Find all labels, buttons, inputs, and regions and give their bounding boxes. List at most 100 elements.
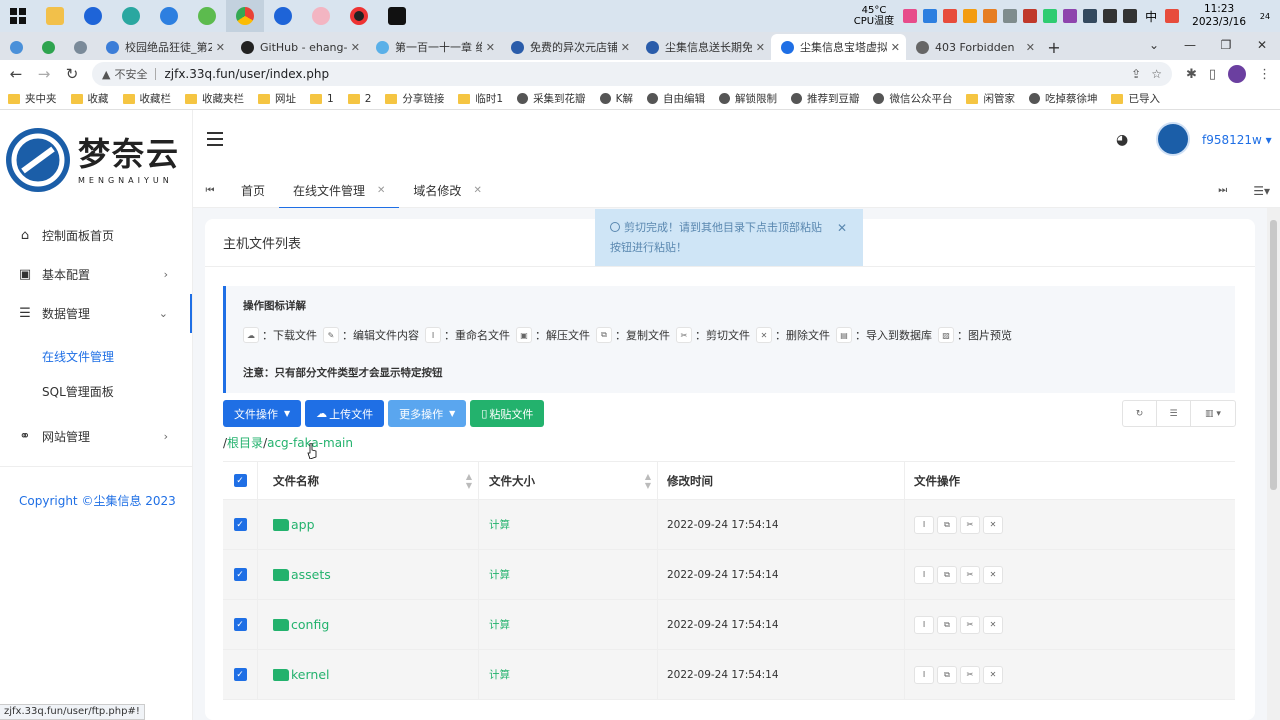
search-app-icon[interactable] [264, 0, 302, 32]
bookmark-item[interactable]: 收藏夹栏 [185, 91, 244, 106]
scrollbar-thumb[interactable] [1270, 220, 1277, 490]
bookmark-item[interactable]: 已导入 [1111, 91, 1160, 106]
table-row[interactable]: ✓ config 计算 2022-09-24 17:54:14 I ⧉ ✂ ✕ [223, 600, 1235, 650]
browser-tab[interactable]: 403 Forbidden ✕ [906, 34, 1041, 60]
capcut-icon[interactable] [378, 0, 416, 32]
bookmark-item[interactable]: 网址 [258, 91, 296, 106]
bookmark-item[interactable]: 推荐到豆瓣 [790, 91, 859, 106]
reload-icon[interactable]: ↻ [60, 62, 84, 86]
toggle-view-icon[interactable]: ☰ [1157, 401, 1191, 426]
browser-tab[interactable]: 免费的异次元店铺 ✕ [501, 34, 636, 60]
bookmark-item[interactable]: 1 [310, 93, 334, 105]
logo[interactable]: 梦奈云 MENGNAIYUN [0, 110, 192, 210]
delete-icon[interactable]: ✕ [983, 515, 1003, 534]
file-explorer-icon[interactable] [36, 0, 74, 32]
bookmark-item[interactable]: 夹中夹 [8, 91, 57, 106]
table-row[interactable]: ✓ kernel 计算 2022-09-24 17:54:14 I ⧉ ✂ ✕ [223, 650, 1235, 700]
system-clock[interactable]: 11:23 2023/3/16 [1192, 3, 1246, 29]
tray-app-icon[interactable] [1083, 9, 1098, 23]
file-name-link[interactable]: app [291, 517, 315, 532]
sidebar-item-site[interactable]: ⚭ 网站管理 › [0, 417, 192, 456]
copy-icon[interactable]: ⧉ [937, 615, 957, 634]
copy-icon[interactable]: ⧉ [937, 565, 957, 584]
edge-icon[interactable] [112, 0, 150, 32]
close-tab-icon[interactable]: ✕ [1026, 41, 1035, 54]
calculate-size-link[interactable]: 计算 [489, 517, 510, 532]
column-header[interactable]: 文件名称 ▲ ▼ [257, 462, 478, 499]
bookmark-star-icon[interactable]: ☆ [1151, 67, 1162, 81]
file-name-link[interactable]: kernel [291, 667, 330, 682]
close-tab-icon[interactable]: ✕ [621, 41, 630, 54]
tray-app-icon[interactable] [1003, 9, 1018, 23]
row-checkbox[interactable]: ✓ [233, 568, 247, 581]
cut-icon[interactable]: ✂ [960, 565, 980, 584]
browser-tab[interactable]: GitHub - ehang-io✕ [231, 34, 366, 60]
tab-file-manager[interactable]: 在线文件管理 ✕ [279, 174, 400, 209]
bookmark-item[interactable]: 闲管家 [966, 91, 1015, 106]
row-checkbox[interactable]: ✓ [233, 618, 247, 631]
theme-palette-icon[interactable]: ◕ [1116, 132, 1128, 148]
browser-menu-icon[interactable]: ⋮ [1258, 67, 1271, 82]
sidepanel-icon[interactable]: ▯ [1209, 67, 1216, 82]
tray-app-icon[interactable] [903, 9, 918, 23]
avatar[interactable] [1156, 122, 1190, 156]
close-tab-icon[interactable]: ✕ [756, 41, 765, 54]
wifi-icon[interactable] [1103, 9, 1118, 23]
kugou-icon[interactable] [150, 0, 188, 32]
table-row[interactable]: ✓ assets 计算 2022-09-24 17:54:14 I ⧉ ✂ ✕ [223, 550, 1235, 600]
tray-app-icon[interactable] [1023, 9, 1038, 23]
restore-icon[interactable]: ❐ [1208, 32, 1244, 58]
rename-icon[interactable]: I [914, 665, 934, 684]
file-name-link[interactable]: config [291, 617, 329, 632]
url-input[interactable]: ▲ 不安全 zjfx.33q.fun/user/index.php ⇪ ☆ [92, 62, 1172, 86]
table-row[interactable]: ✓ app 计算 2022-09-24 17:54:14 I ⧉ ✂ ✕ [223, 500, 1235, 550]
share-icon[interactable]: ⇪ [1131, 67, 1141, 81]
forward-icon[interactable]: → [32, 62, 56, 86]
tray-app-icon[interactable] [963, 9, 978, 23]
tray-app-icon[interactable] [1165, 9, 1180, 23]
bookmark-item[interactable]: 吃掉蔡徐坤 [1028, 91, 1097, 106]
insecure-label[interactable]: 不安全 [114, 66, 147, 82]
close-icon[interactable]: ✕ [473, 185, 481, 196]
bookmark-item[interactable]: 自由编辑 [646, 91, 705, 106]
pig-app-icon[interactable] [302, 0, 340, 32]
more-ops-button[interactable]: 更多操作 ▼ [388, 400, 467, 427]
tray-app-icon[interactable] [983, 9, 998, 23]
browser-tab[interactable] [0, 34, 32, 60]
scroll-tabs-left-icon[interactable]: ⏮ [193, 185, 227, 196]
new-tab-button[interactable]: + [1041, 34, 1067, 60]
bookmark-item[interactable]: 微信公众平台 [873, 91, 952, 106]
paste-button[interactable]: ▯ 粘贴文件 [470, 400, 545, 427]
sidebar-subitem-sql[interactable]: SQL管理面板 [0, 374, 192, 409]
url-text[interactable]: zjfx.33q.fun/user/index.php [164, 67, 329, 81]
column-header[interactable]: 文件大小 ▲ ▼ [478, 462, 657, 499]
scrollbar[interactable] [1267, 208, 1280, 720]
tray-app-icon[interactable] [1063, 9, 1078, 23]
cut-icon[interactable]: ✂ [960, 515, 980, 534]
rename-icon[interactable]: I [914, 515, 934, 534]
delete-icon[interactable]: ✕ [983, 615, 1003, 634]
browser-tab[interactable]: 第一百一十一章 绝 ✕ [366, 34, 501, 60]
row-checkbox[interactable]: ✓ [233, 518, 247, 531]
columns-icon[interactable]: ▥ ▾ [1191, 401, 1235, 426]
bookmark-item[interactable]: 收藏栏 [122, 91, 171, 106]
browser-tab[interactable]: 校园绝品狂徒_第25✕ [96, 34, 231, 60]
bookmark-item[interactable]: 2 [347, 93, 371, 105]
bookmark-item[interactable]: 临时1 [458, 91, 503, 106]
cut-icon[interactable]: ✂ [960, 665, 980, 684]
close-tab-icon[interactable]: ✕ [891, 41, 900, 54]
tab-menu-icon[interactable]: ☰▾ [1253, 184, 1270, 198]
tab-home[interactable]: 首页 [227, 174, 279, 208]
username-dropdown[interactable]: f958121w ▾ [1202, 133, 1272, 147]
back-icon[interactable]: ← [4, 62, 28, 86]
windows-start-icon[interactable] [0, 0, 36, 32]
browser-tab[interactable]: 尘集信息送长期免 ✕ [636, 34, 771, 60]
tray-app-icon[interactable] [943, 9, 958, 23]
scroll-tabs-right-icon[interactable]: ⏭ [1218, 185, 1227, 196]
sidebar-subitem-file-manager[interactable]: 在线文件管理 [0, 339, 192, 374]
cut-icon[interactable]: ✂ [960, 615, 980, 634]
sidebar-item-dashboard[interactable]: ⌂ 控制面板首页 [0, 216, 192, 255]
row-checkbox[interactable]: ✓ [233, 668, 247, 681]
green-app-icon[interactable] [188, 0, 226, 32]
calculate-size-link[interactable]: 计算 [489, 617, 510, 632]
